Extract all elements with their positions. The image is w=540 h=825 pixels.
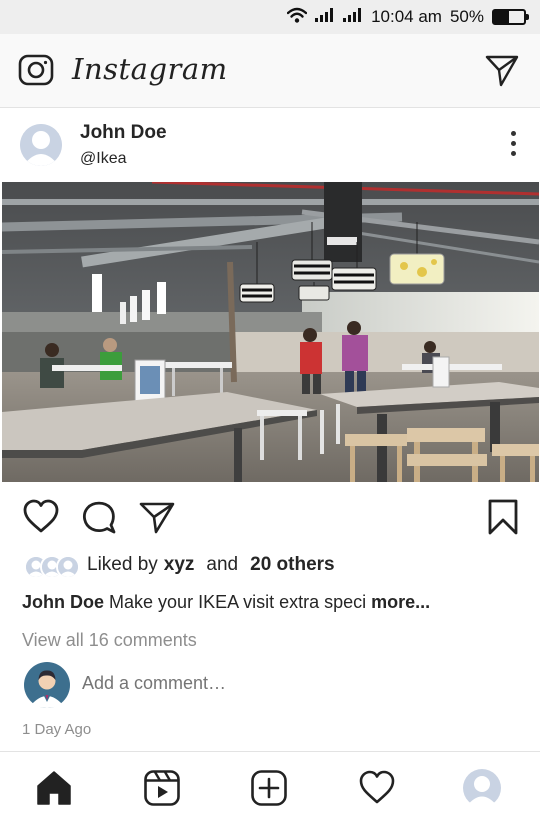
reels-icon[interactable]: [142, 768, 182, 808]
post-author-name[interactable]: John Doe: [80, 122, 167, 144]
view-all-comments-link[interactable]: View all 16 comments: [22, 630, 197, 651]
battery-percent: 50%: [449, 7, 484, 26]
comment-icon[interactable]: [80, 498, 118, 536]
home-icon[interactable]: [34, 768, 74, 808]
post-header: John Doe @Ikea: [0, 108, 540, 182]
status-bar: 10:04 am 50%: [0, 0, 540, 34]
likes-prefix: Liked by: [87, 554, 158, 575]
photo-ikea-food-court: [2, 182, 539, 482]
current-user-avatar: [24, 662, 70, 708]
caption-text: Make your IKEA visit extra speci: [109, 592, 367, 612]
caption-more-link[interactable]: more...: [371, 592, 430, 612]
camera-icon[interactable]: [18, 52, 54, 88]
direct-message-icon[interactable]: [484, 52, 520, 88]
clock-time: 10:04 am: [371, 7, 442, 26]
post-timestamp: 1 Day Ago: [22, 721, 92, 738]
likes-others[interactable]: 20 others: [250, 554, 334, 576]
new-post-icon[interactable]: [249, 768, 289, 808]
likes-user[interactable]: xyz: [164, 554, 195, 576]
liker-avatars: [24, 554, 82, 579]
post-actions: [0, 490, 540, 544]
activity-heart-icon[interactable]: [357, 768, 397, 808]
signal-icon: [343, 7, 363, 27]
signal-icon: [315, 7, 335, 27]
add-comment-input[interactable]: [82, 673, 462, 694]
add-comment-row: [24, 662, 524, 708]
likes-connector: and: [206, 554, 239, 575]
wifi-icon: [286, 7, 308, 28]
app-logo: Instagram: [72, 52, 228, 86]
caption-author[interactable]: John Doe: [22, 592, 104, 612]
share-icon[interactable]: [138, 498, 176, 536]
post-author-handle[interactable]: @Ikea: [80, 150, 126, 168]
more-options-icon[interactable]: [508, 131, 518, 161]
post-image[interactable]: [2, 182, 539, 482]
likes-summary[interactable]: Liked by xyz and 20 others: [24, 553, 335, 579]
post-caption: John Doe Make your IKEA visit extra spec…: [22, 592, 430, 613]
app-header: Instagram: [0, 34, 540, 108]
bookmark-icon[interactable]: [486, 498, 520, 536]
heart-icon[interactable]: [22, 498, 60, 536]
profile-avatar[interactable]: [462, 768, 502, 808]
liker-avatar: [56, 555, 80, 579]
battery-icon: [492, 9, 529, 25]
bottom-nav: [0, 751, 540, 825]
author-avatar[interactable]: [20, 124, 62, 166]
